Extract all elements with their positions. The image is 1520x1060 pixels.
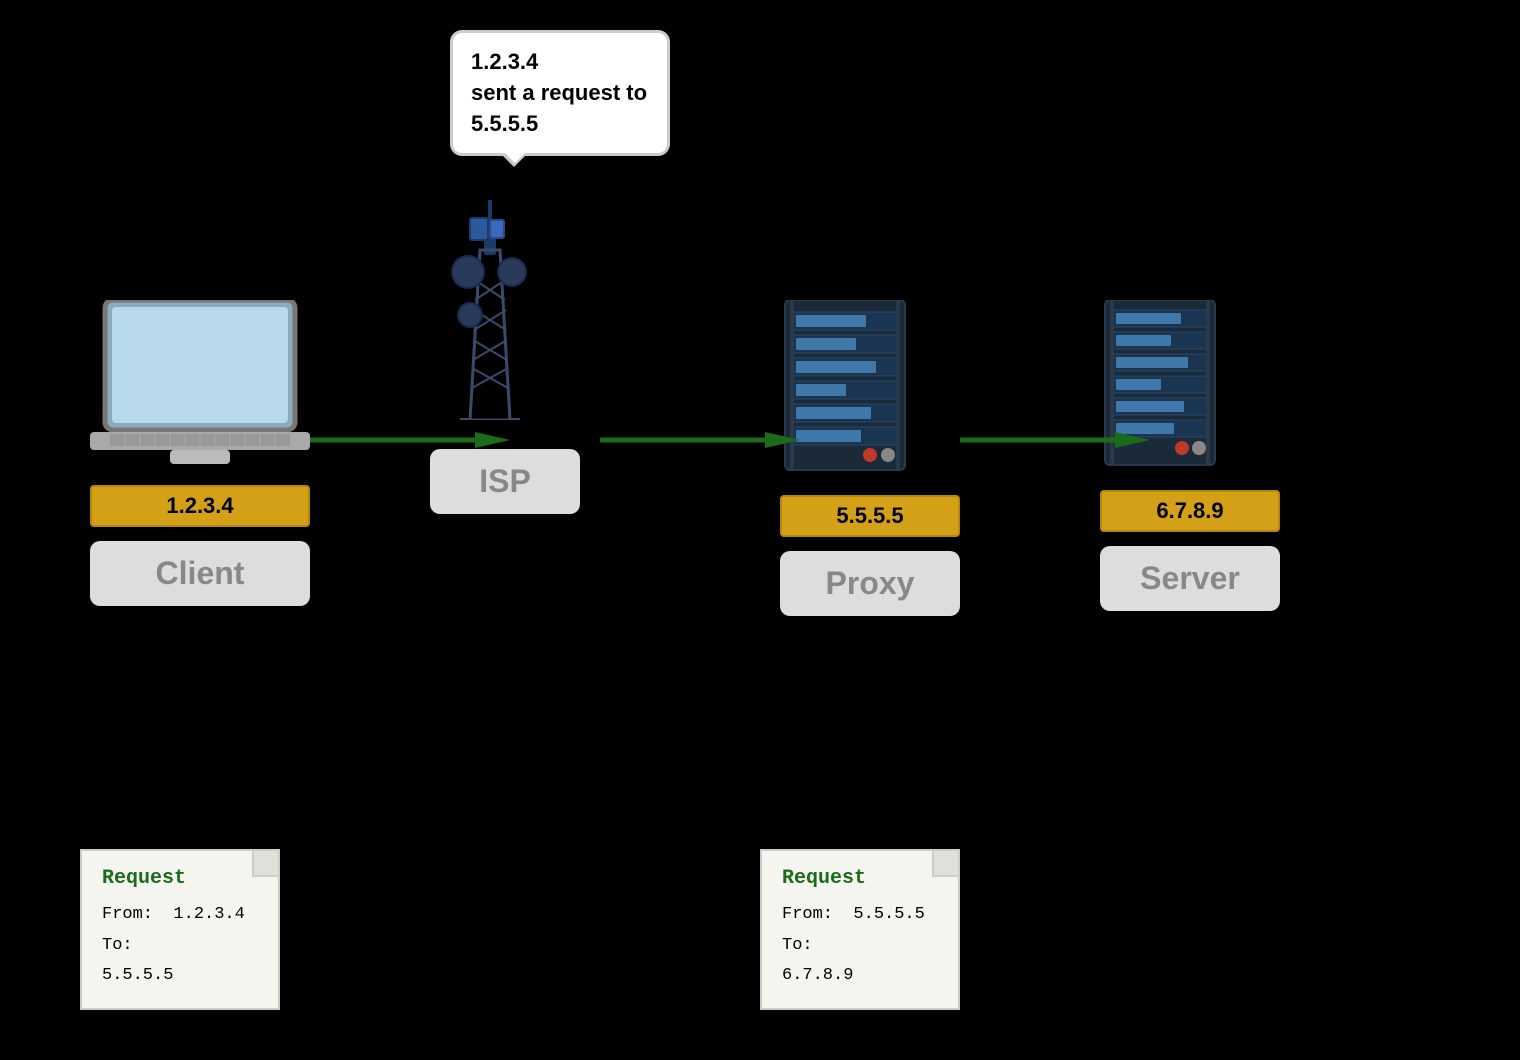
proxy-label: Proxy bbox=[780, 551, 960, 616]
server-node: 6.7.8.9 Server bbox=[1100, 300, 1280, 611]
speech-bubble: 1.2.3.4 sent a request to 5.5.5.5 bbox=[450, 30, 670, 156]
isp-node: 1.2.3.4 sent a request to 5.5.5.5 bbox=[430, 200, 580, 514]
tower-icon bbox=[430, 200, 550, 420]
proxy-note-title: Request bbox=[782, 867, 938, 890]
client-ip-badge: 1.2.3.4 bbox=[90, 485, 310, 527]
bubble-line1: 1.2.3.4 bbox=[471, 49, 538, 74]
bubble-line2: sent a request to bbox=[471, 80, 647, 105]
diagram-container: 1.2.3.4 Client 1.2.3.4 sent a request to… bbox=[0, 0, 1520, 1060]
proxy-note-to: To: 6.7.8.9 bbox=[782, 931, 938, 992]
server-label: Server bbox=[1100, 546, 1280, 611]
client-node: 1.2.3.4 Client bbox=[90, 300, 310, 606]
proxy-node: 5.5.5.5 Proxy bbox=[780, 300, 960, 616]
proxy-ip-badge: 5.5.5.5 bbox=[780, 495, 960, 537]
proxy-note-from: From: 5.5.5.5 bbox=[782, 900, 938, 931]
arrow-proxy-to-server bbox=[960, 430, 1150, 450]
client-note-to: To: 5.5.5.5 bbox=[102, 931, 258, 992]
laptop-icon bbox=[90, 300, 310, 470]
proxy-server-icon bbox=[780, 300, 910, 480]
client-label: Client bbox=[90, 541, 310, 606]
arrow-client-to-isp bbox=[310, 430, 510, 450]
server-ip-badge: 6.7.8.9 bbox=[1100, 490, 1280, 532]
isp-label: ISP bbox=[430, 449, 580, 514]
client-note-title: Request bbox=[102, 867, 258, 890]
client-request-note: Request From: 1.2.3.4 To: 5.5.5.5 bbox=[80, 849, 280, 1010]
client-note-from: From: 1.2.3.4 bbox=[102, 900, 258, 931]
arrow-isp-to-proxy bbox=[600, 430, 800, 450]
bubble-line3: 5.5.5.5 bbox=[471, 111, 538, 136]
proxy-request-note: Request From: 5.5.5.5 To: 6.7.8.9 bbox=[760, 849, 960, 1010]
